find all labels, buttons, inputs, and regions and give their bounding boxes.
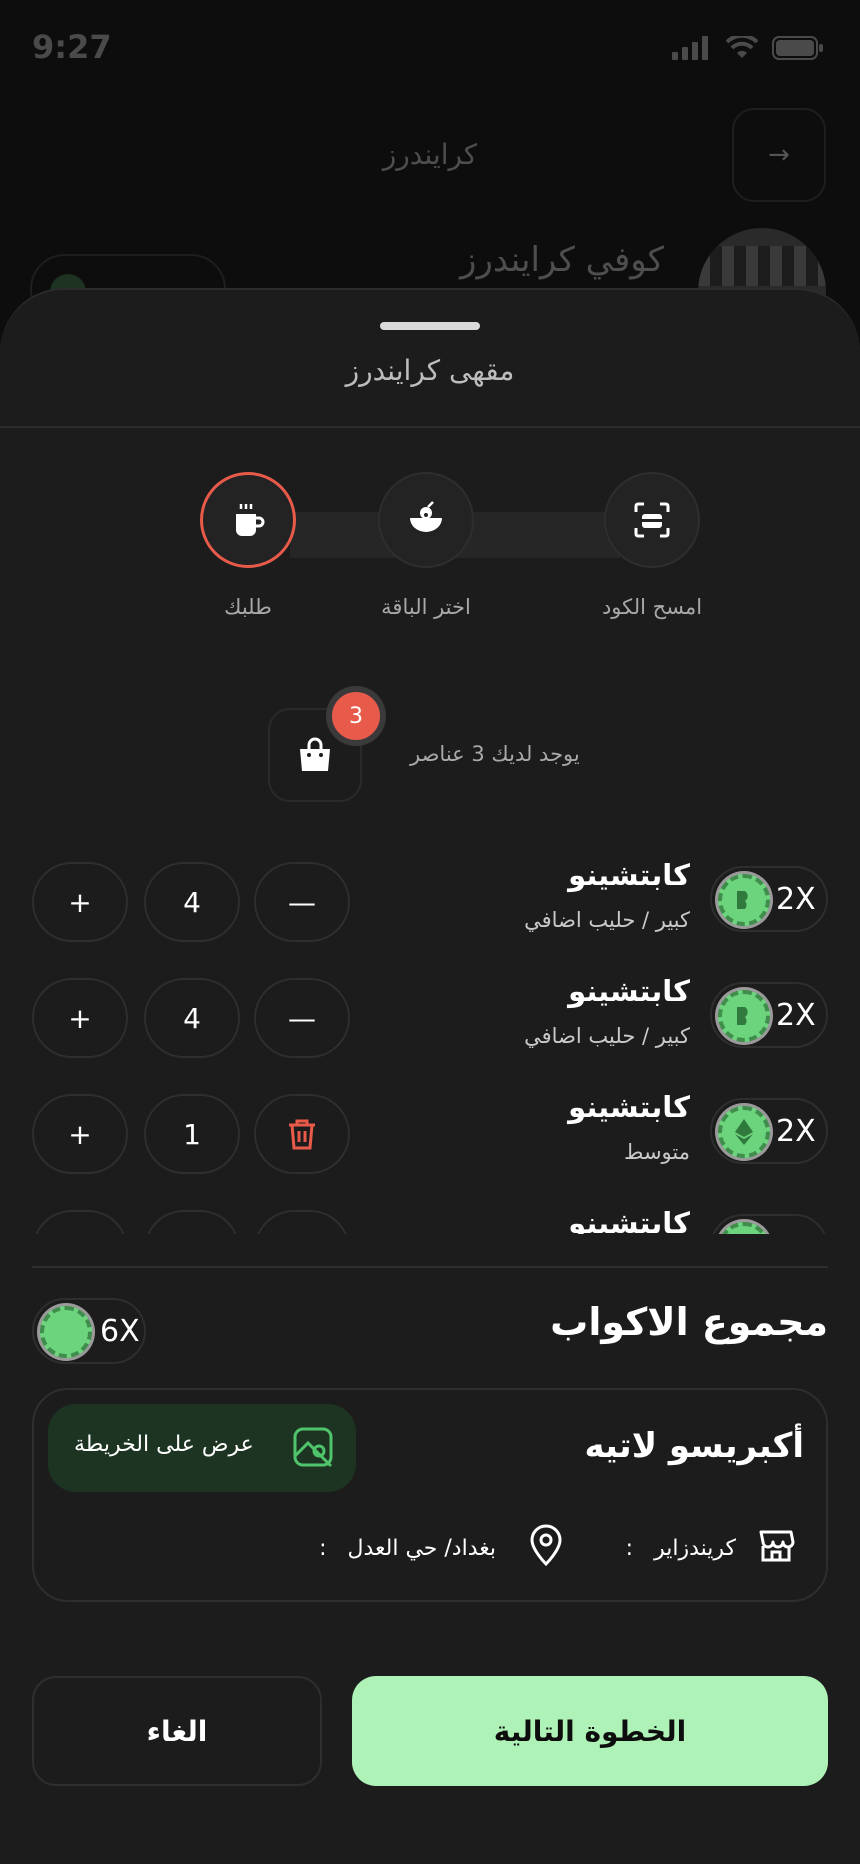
sheet-drag-handle[interactable] [380, 322, 480, 330]
quantity-value: 4 [144, 978, 240, 1058]
step-label-package: اختر الباقة [381, 595, 471, 619]
increase-button[interactable]: + [32, 862, 128, 942]
roaster-name: : كريندزاير [626, 1536, 736, 1561]
total-multiplier: 6X [100, 1314, 140, 1349]
status-bar: 9:27 [0, 0, 860, 100]
item-description: كبير / حليب اضافي [524, 908, 690, 932]
item-name: كابتشينو [568, 974, 690, 1008]
item-name: كابتشينو [568, 1090, 690, 1124]
address-value: بغداد/ حي العدل [347, 1536, 497, 1561]
delete-button[interactable] [254, 1094, 350, 1174]
shopping-bag-icon [300, 737, 330, 771]
store-icon [759, 1530, 795, 1562]
cup-multiplier-badge: 2X [710, 982, 828, 1048]
quantity-value: 1 [144, 1094, 240, 1174]
wifi-icon [726, 36, 758, 58]
scan-icon [634, 502, 670, 538]
decrease-button[interactable]: — [254, 862, 350, 942]
ethereum-icon [718, 1106, 770, 1158]
step-package[interactable] [378, 472, 474, 568]
step-label-scan: امسح الكود [601, 595, 703, 619]
items-count-text: يوجد لديك 3 عناصر [410, 742, 580, 766]
status-time: 9:27 [32, 28, 112, 66]
address-text: : بغداد/ حي العدل [319, 1536, 496, 1561]
bottlecap-icon [718, 1222, 770, 1234]
increase-button[interactable]: + [32, 1210, 128, 1234]
item-name: كابتشينو [568, 1206, 690, 1234]
trash-icon [286, 1233, 318, 1234]
increase-button[interactable]: + [32, 1094, 128, 1174]
cup-multiplier-badge: 2X [710, 1214, 828, 1234]
battery-icon [772, 36, 823, 60]
sheet-divider [0, 426, 860, 428]
arrow-right-icon: → [768, 140, 790, 170]
cart-item-row: 2X كابتشينو + [0, 1198, 860, 1234]
cart-item-row: 2X كابتشينو كبير / حليب اضافي — 4 + [0, 966, 860, 1082]
order-bottom-sheet: مقهى كرايندرز امسح الكود اختر الباقة طلب… [0, 288, 860, 1864]
quantity-value [144, 1210, 240, 1234]
delete-button[interactable] [254, 1210, 350, 1234]
total-cups-label: مجموع الاكواب [550, 1300, 828, 1344]
multiplier: 2X [776, 998, 816, 1033]
cup-multiplier-badge: 2X [710, 1098, 828, 1164]
multiplier: 2X [776, 1114, 816, 1149]
step-scan[interactable] [604, 472, 700, 568]
list-divider [32, 1266, 828, 1268]
item-description: كبير / حليب اضافي [524, 1024, 690, 1048]
total-multiplier-badge: 6X [32, 1298, 146, 1364]
cup-icon [236, 504, 265, 536]
map-icon [293, 1427, 333, 1468]
location-card: أكبريسو لاتيه عرض على الخريطة : كريندزاي… [32, 1388, 828, 1602]
cart-item-row: 2X كابتشينو متوسط 1 + [0, 1082, 860, 1198]
signal-icon [672, 36, 708, 60]
separator: : [625, 1536, 634, 1561]
bottlecap-icon [718, 874, 770, 926]
cup-multiplier-badge: 2X [710, 866, 828, 932]
item-description: متوسط [624, 1140, 690, 1164]
back-button[interactable]: → [732, 108, 826, 202]
roaster-value: كريندزاير [654, 1536, 736, 1561]
quantity-value: 4 [144, 862, 240, 942]
step-label-your-order: طلبك [224, 595, 272, 619]
bottlecap-icon [718, 990, 770, 1042]
view-on-map-button[interactable]: عرض على الخريطة [48, 1404, 356, 1492]
trash-icon [289, 1119, 315, 1150]
background-shop-name: كوفي كرايندرز [460, 240, 664, 280]
background-header-title: كرايندرز [382, 138, 478, 171]
shop-awning [698, 246, 826, 286]
cart-list[interactable]: 2X كابتشينو كبير / حليب اضافي — 4 + 2X ك… [0, 850, 860, 1234]
cart-item-row: 2X كابتشينو كبير / حليب اضافي — 4 + [0, 850, 860, 966]
step-your-order[interactable] [200, 472, 296, 568]
multiplier: 2X [776, 1230, 816, 1234]
increase-button[interactable]: + [32, 978, 128, 1058]
bowl-icon [410, 501, 442, 532]
separator: : [319, 1536, 327, 1561]
bottlecap-icon [40, 1306, 92, 1358]
view-on-map-label: عرض على الخريطة [74, 1432, 254, 1457]
cancel-button[interactable]: الغاء [32, 1676, 322, 1786]
decrease-button[interactable]: — [254, 978, 350, 1058]
location-pin-icon [530, 1524, 562, 1566]
cart-count-badge: 3 [326, 686, 386, 746]
status-icons [672, 36, 824, 60]
multiplier: 2X [776, 882, 816, 917]
sheet-title: مقهى كرايندرز [345, 354, 515, 387]
location-title: أكبريسو لاتيه [584, 1426, 804, 1466]
item-name: كابتشينو [568, 858, 690, 892]
next-step-button[interactable]: الخطوة التالية [352, 1676, 828, 1786]
